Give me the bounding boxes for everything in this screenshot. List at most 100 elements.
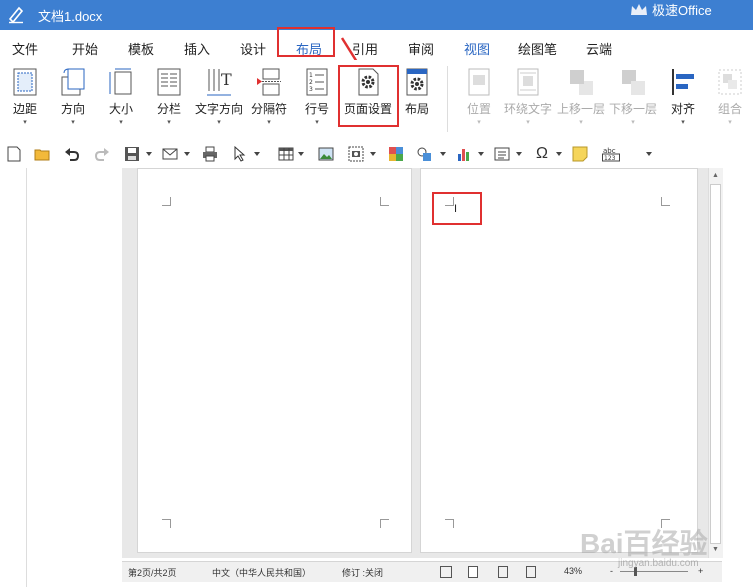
shapes-icon[interactable] [416,146,432,162]
wrap-text-button[interactable]: 环绕文字 ▾ [502,60,554,127]
chart-dropdown-arrow[interactable] [478,152,484,156]
text-box-dropdown-arrow[interactable] [516,152,522,156]
corner-mark [162,197,171,206]
tab-templates[interactable]: 模板 [128,39,154,58]
line-numbers-dropdown-arrow: ▾ [315,119,319,126]
watermark-url: jingyan.baidu.com [618,558,699,569]
colorful-grid-icon[interactable] [388,146,404,162]
text-direction-icon: T [205,67,233,97]
wrap-text-label: 环绕文字 [503,102,552,116]
tab-insert[interactable]: 插入 [184,39,210,58]
margins-label: 边距 [12,102,37,116]
scroll-thumb[interactable] [710,184,721,544]
image-icon[interactable] [318,146,334,162]
tab-design[interactable]: 设计 [240,39,266,58]
track-changes-status[interactable]: 修订 :关闭 [342,566,383,579]
page-count: 第2页/共2页 [128,568,177,578]
columns-dropdown-arrow: ▾ [167,119,171,126]
print-icon[interactable] [202,146,218,162]
scroll-up-icon[interactable]: ▲ [712,172,719,179]
text-direction-label: 文字方向 [194,102,243,116]
breaks-button[interactable]: 分隔符 ▾ [250,60,288,127]
tab-draw[interactable]: 绘图笔 [518,39,557,58]
svg-text:T: T [221,70,232,89]
vertical-scrollbar[interactable]: ▲ ▼ [708,168,723,558]
page-one[interactable] [137,168,412,553]
edit-pen-icon [6,4,26,24]
language-status[interactable]: 中文（中华人民共和国） [212,566,311,579]
view-outline-icon[interactable] [526,566,536,578]
layout-gear-icon [403,67,431,97]
bring-forward-label: 上移一层 [556,102,605,116]
page-setup-highlight [338,65,399,127]
redo-icon[interactable] [94,146,110,162]
send-backward-icon [619,67,647,97]
symbol-dropdown-arrow[interactable] [556,152,562,156]
align-icon [669,67,697,97]
columns-button[interactable]: 分栏 ▾ [152,60,186,127]
margins-button[interactable]: 边距 ▾ [8,60,42,127]
save-dropdown-arrow[interactable] [146,152,152,156]
toolbar-overflow-arrow[interactable] [646,152,652,156]
orientation-button[interactable]: 方向 ▾ [56,60,90,127]
tab-file[interactable]: 文件 [12,39,38,58]
columns-icon [155,67,183,97]
table-dropdown-arrow[interactable] [298,152,304,156]
view-fit-icon[interactable] [440,566,452,578]
columns-label: 分栏 [156,102,181,116]
tab-view[interactable]: 视图 [464,39,490,58]
view-print-layout-icon[interactable] [468,566,478,578]
screenshot-icon[interactable] [348,146,364,162]
view-web-icon[interactable] [498,566,508,578]
bring-forward-button[interactable]: 上移一层 ▾ [556,60,606,127]
orientation-label: 方向 [60,102,85,116]
corner-mark [380,519,389,528]
svg-text:2: 2 [309,79,313,86]
position-label: 位置 [466,102,491,116]
tab-review[interactable]: 审阅 [408,39,434,58]
page-two[interactable]: I [420,168,698,553]
save-icon[interactable] [124,146,140,162]
group-button[interactable]: 组合 ▾ [712,60,748,127]
undo-icon[interactable] [64,146,80,162]
size-dropdown-arrow: ▾ [119,119,123,126]
align-button[interactable]: 对齐 ▾ [666,60,700,127]
text-direction-dropdown-arrow: ▾ [217,119,221,126]
email-dropdown-arrow[interactable] [184,152,190,156]
margins-dropdown-arrow: ▾ [23,119,27,126]
omega-symbol-icon[interactable]: Ω [534,146,550,162]
new-document-icon[interactable] [6,146,22,162]
send-backward-button[interactable]: 下移一层 ▾ [608,60,658,127]
shapes-dropdown-arrow[interactable] [440,152,446,156]
email-icon[interactable] [162,146,178,162]
sticky-note-icon[interactable] [572,146,588,162]
size-button[interactable]: 大小 ▾ [104,60,138,127]
layout-button[interactable]: 布局 [400,60,434,117]
abc-123-icon[interactable]: abc 123 [602,146,620,162]
corner-mark [380,197,389,206]
chart-icon[interactable] [456,146,472,162]
line-numbers-button[interactable]: 123 行号 ▾ [300,60,334,127]
text-box-icon[interactable] [494,146,510,162]
send-backward-dropdown-arrow: ▾ [631,119,635,126]
text-direction-button[interactable]: T 文字方向 ▾ [194,60,244,127]
breaks-label: 分隔符 [250,102,287,116]
orientation-icon [59,67,87,97]
screenshot-dropdown-arrow[interactable] [370,152,376,156]
size-label: 大小 [108,102,133,116]
tab-cloud[interactable]: 云端 [586,39,612,58]
tab-home[interactable]: 开始 [72,39,98,58]
layout-label: 布局 [404,102,429,116]
title-bar: 文档1.docx 极速Office [0,0,753,30]
orientation-dropdown-arrow: ▾ [71,119,75,126]
open-folder-icon[interactable] [34,146,50,162]
page-canvas: I [122,168,722,558]
crown-icon [631,3,647,15]
wrap-text-dropdown-arrow: ▾ [526,119,530,126]
cursor-select-icon[interactable] [232,145,248,162]
bring-forward-dropdown-arrow: ▾ [579,119,583,126]
position-button[interactable]: 位置 ▾ [462,60,496,127]
bring-forward-icon [567,67,595,97]
select-dropdown-arrow[interactable] [254,152,260,156]
table-icon[interactable] [278,146,294,162]
